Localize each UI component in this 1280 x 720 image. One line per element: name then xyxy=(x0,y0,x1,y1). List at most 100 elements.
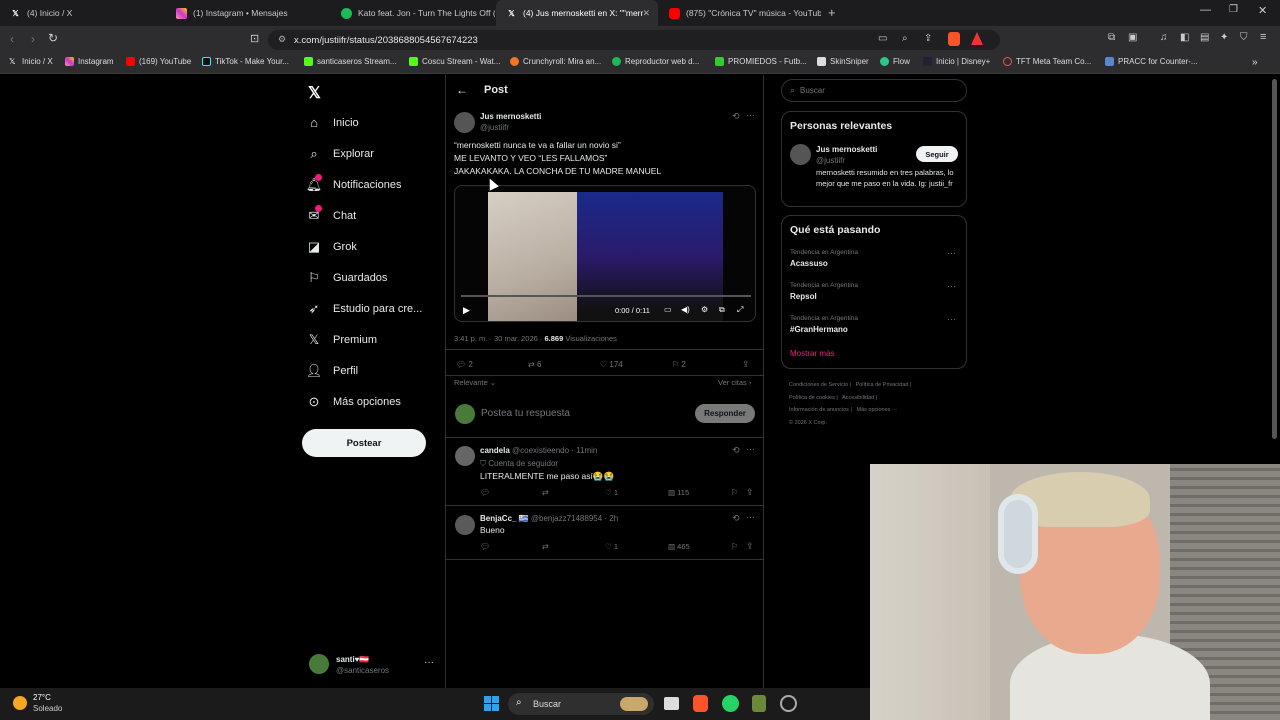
nav-item-grok[interactable]: ◪ Grok xyxy=(305,239,357,255)
author-avatar[interactable] xyxy=(454,112,475,133)
nav-item-premium[interactable]: 𝕏 Premium xyxy=(305,332,377,348)
brave-shield-icon[interactable] xyxy=(948,32,960,46)
reply-more-icon[interactable]: ··· xyxy=(746,512,755,522)
tab-youtube[interactable]: (875) "Crónica TV" música - YouTube xyxy=(659,0,821,26)
bookmark-action[interactable]: ⚐ 2 xyxy=(672,360,686,369)
url-input[interactable]: ⚙ x.com/justiifr/status/2038688054567674… xyxy=(268,30,1000,50)
repost-action[interactable]: ⇄ 6 xyxy=(528,360,541,369)
reply-avatar[interactable] xyxy=(455,515,475,535)
close-tab-icon[interactable]: ✕ xyxy=(642,8,650,19)
grok-explain-icon[interactable]: ⟲ xyxy=(732,445,740,456)
captions-icon[interactable]: ▭ xyxy=(664,305,672,314)
post-button[interactable]: Postear xyxy=(302,429,426,457)
footer-link[interactable]: Información de anuncios | xyxy=(789,407,852,413)
reply-reply-icon[interactable]: 💬︎ xyxy=(480,542,490,551)
tab-instagram[interactable]: (1) Instagram • Mensajes xyxy=(166,0,330,26)
reply-name[interactable]: BenjaCc_ 🇺🇾 xyxy=(480,514,529,523)
footer-link[interactable]: Más opciones ··· xyxy=(856,407,897,413)
taskbar-search[interactable]: ⌕ Buscar xyxy=(508,693,654,715)
search-input[interactable]: ⌕ Buscar xyxy=(781,79,967,102)
reply-repost-icon[interactable]: ⇄ xyxy=(542,542,549,551)
volume-icon[interactable]: ◀) xyxy=(681,305,690,314)
reply-share-icon[interactable]: ⇪ xyxy=(746,487,754,498)
sort-dropdown[interactable]: Relevante ⌄ xyxy=(454,378,496,387)
bookmark-item[interactable]: TikTok - Make Your... xyxy=(202,57,289,66)
back-arrow-icon[interactable]: ← xyxy=(456,83,468,97)
extensions-icon[interactable]: ⧉ xyxy=(1108,32,1115,43)
leo-icon[interactable]: ✦ xyxy=(1220,32,1228,43)
video-progress-track[interactable] xyxy=(461,295,751,297)
wallet-icon[interactable]: ▣ xyxy=(1128,32,1137,43)
media-icon[interactable]: ♫ xyxy=(1160,32,1168,43)
trend-item[interactable]: Tendencia en Argentina #GranHermano ··· xyxy=(782,312,966,342)
tab-x-post[interactable]: 𝕏 (4) Jus mernosketti en X: ""merno ✕ xyxy=(496,0,658,26)
play-icon[interactable]: ▶ xyxy=(463,305,470,316)
pip-icon[interactable]: ⧉ xyxy=(719,305,725,315)
close-window-icon[interactable]: ✕ xyxy=(1258,4,1267,17)
brave-rewards-icon[interactable] xyxy=(971,32,983,45)
relevant-avatar[interactable] xyxy=(790,144,811,165)
reply-share-icon[interactable]: ⇪ xyxy=(746,541,754,552)
footer-link[interactable]: Política de cookies | xyxy=(789,395,838,401)
forward-icon[interactable]: › xyxy=(31,32,35,46)
reply-reply-icon[interactable]: 💬︎ xyxy=(480,488,490,497)
zoom-icon[interactable]: ⌕ xyxy=(902,33,908,44)
bookmark-item[interactable]: 𝕏 Inicio / X xyxy=(9,57,53,66)
windows-start-icon[interactable] xyxy=(484,696,499,711)
grok-explain-icon[interactable]: ⟲ xyxy=(732,111,740,122)
wallet2-icon[interactable]: ▤ xyxy=(1200,32,1209,43)
tab-x-home[interactable]: 𝕏 (4) Inicio / X xyxy=(0,0,165,26)
share-action-icon[interactable]: ⇪ xyxy=(742,359,750,370)
taskbar-whatsapp-icon[interactable] xyxy=(722,695,739,712)
bookmark-page-icon[interactable]: ⊡ xyxy=(250,32,259,45)
task-view-icon[interactable] xyxy=(664,697,679,710)
settings-icon[interactable]: ⚙ xyxy=(701,305,708,314)
more-bookmarks-icon[interactable]: » xyxy=(1252,57,1258,68)
minimize-icon[interactable]: — xyxy=(1200,4,1211,16)
trend-item[interactable]: Tendencia en Argentina Repsol ··· xyxy=(782,279,966,309)
show-more-link[interactable]: Mostrar más xyxy=(790,349,834,358)
weather-sun-icon[interactable] xyxy=(13,696,27,710)
bookmark-item[interactable]: PRACC for Counter-... xyxy=(1105,57,1198,66)
bookmark-item[interactable]: santicaseros Stream... xyxy=(304,57,397,66)
trend-more-icon[interactable]: ··· xyxy=(947,248,956,258)
bookmark-item[interactable]: Crunchyroll: Mira an... xyxy=(510,57,601,66)
site-info-icon[interactable]: ⚙ xyxy=(278,34,286,45)
video-player[interactable]: ▶ 0:00 / 0:11 ▭ ◀) ⚙ ⧉ ⤢ xyxy=(454,185,756,322)
grok-explain-icon[interactable]: ⟲ xyxy=(732,513,740,524)
nav-item-perfil[interactable]: 👤︎ Perfil xyxy=(305,363,358,379)
page-scrollbar[interactable] xyxy=(1272,79,1277,439)
nav-item-estudio[interactable]: ➶ Estudio para cre... xyxy=(305,301,423,317)
cast-icon[interactable]: ▭ xyxy=(878,33,887,44)
reply-views[interactable]: ▥ 115 xyxy=(668,488,689,497)
reply-bookmark-icon[interactable]: ⚐ xyxy=(731,542,738,551)
account-avatar[interactable] xyxy=(309,654,329,674)
like-action[interactable]: ♡ 174 xyxy=(600,360,623,369)
trend-item[interactable]: Tendencia en Argentina Acassuso ··· xyxy=(782,246,966,276)
maximize-icon[interactable]: ❐ xyxy=(1229,4,1238,15)
reply-bookmark-icon[interactable]: ⚐ xyxy=(731,488,738,497)
reply-like[interactable]: ♡ 1 xyxy=(605,542,618,551)
taskbar-app2-icon[interactable] xyxy=(780,695,797,712)
trend-more-icon[interactable]: ··· xyxy=(947,314,956,324)
reply-avatar[interactable] xyxy=(455,446,475,466)
sidebar-icon[interactable]: ◧ xyxy=(1180,32,1189,43)
fullscreen-icon[interactable]: ⤢ xyxy=(737,305,743,315)
bookmark-item[interactable]: Instagram xyxy=(65,57,114,66)
reply-repost-icon[interactable]: ⇄ xyxy=(542,488,549,497)
x-logo-icon[interactable]: 𝕏 xyxy=(308,83,321,103)
reply-more-icon[interactable]: ··· xyxy=(746,444,755,454)
nav-item-inicio[interactable]: ⌂ Inicio xyxy=(305,115,359,130)
new-tab-button[interactable]: + xyxy=(828,5,836,20)
reply-name[interactable]: candela xyxy=(480,446,510,455)
bookmark-item[interactable]: Inicio | Disney+ xyxy=(923,57,990,66)
trend-more-icon[interactable]: ··· xyxy=(947,281,956,291)
reply-button[interactable]: Responder xyxy=(695,404,755,423)
nav-item-guardados[interactable]: ⚐ Guardados xyxy=(305,270,387,286)
bookmark-item[interactable]: TFT Meta Team Co... xyxy=(1003,57,1091,66)
reply-like[interactable]: ♡ 1 xyxy=(605,488,618,497)
nav-item-mas-opciones[interactable]: ⊙ Más opciones xyxy=(305,394,401,410)
taskbar-app-icon[interactable] xyxy=(752,695,766,712)
bookmark-item[interactable]: Coscu Stream - Wat... xyxy=(409,57,500,66)
nav-item-notificaciones[interactable]: 🔔︎ Notificaciones xyxy=(305,174,401,193)
